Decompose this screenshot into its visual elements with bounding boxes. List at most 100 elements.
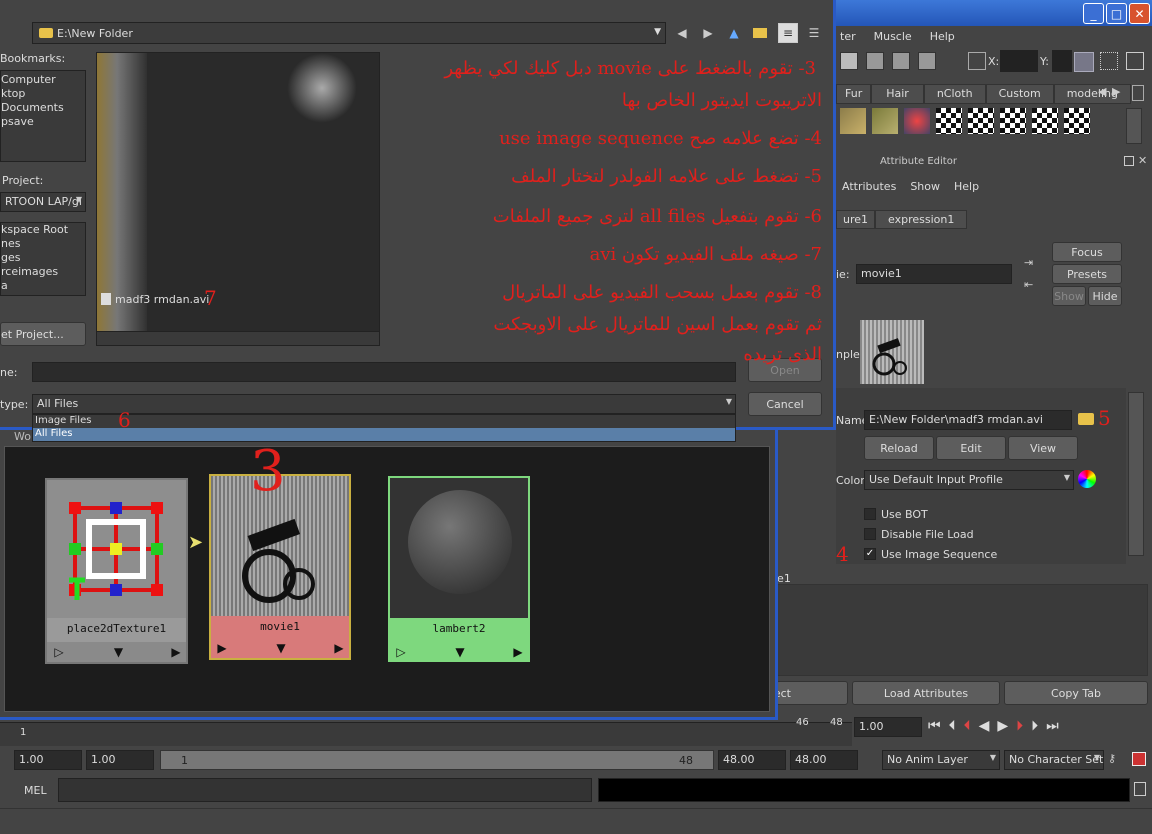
output-port-icon[interactable]: ▶ <box>166 642 186 662</box>
folder-item[interactable]: kspace Root <box>1 223 85 237</box>
time-slider[interactable]: 1 46 48 <box>0 717 852 746</box>
shelf-icon[interactable] <box>1000 108 1026 134</box>
expand-icon[interactable]: ▼ <box>233 638 329 658</box>
ae-menu-help[interactable]: Help <box>954 180 979 193</box>
shelf-tab-hair[interactable]: Hair <box>871 84 924 104</box>
step-back-key-icon[interactable]: ⏴ <box>964 718 971 734</box>
tool-settings-icon[interactable] <box>1100 52 1118 70</box>
shelf-scroll-left[interactable]: ◀ <box>1098 85 1106 98</box>
toolbar-icon[interactable] <box>866 52 884 70</box>
output-port-icon[interactable]: ▶ <box>329 638 349 658</box>
tab-expression[interactable]: expression1 <box>875 210 968 229</box>
expand-icon[interactable]: ▼ <box>71 642 166 662</box>
load-attributes-button[interactable]: Load Attributes <box>852 681 1000 705</box>
shelf-tab-custom[interactable]: Custom <box>985 84 1054 104</box>
file-item[interactable]: madf3 rmdan.avi <box>115 293 209 306</box>
output-port-icon[interactable]: ▶ <box>508 642 528 662</box>
view-button[interactable]: View <box>1008 436 1078 460</box>
shelf-scrollbar[interactable] <box>1126 108 1142 144</box>
range-end-field[interactable]: 48.00 <box>718 750 786 770</box>
file-type-select[interactable]: All Files <box>32 394 736 414</box>
color-profile-select[interactable]: Use Default Input Profile <box>864 470 1074 490</box>
cancel-button[interactable]: Cancel <box>748 392 822 416</box>
channel-box-icon[interactable] <box>1074 52 1094 72</box>
list-view-icon[interactable]: ≡ <box>778 23 798 43</box>
go-to-end-icon[interactable]: ⏭ <box>1046 718 1059 734</box>
set-project-button[interactable]: et Project... <box>0 322 86 346</box>
bookmark-item[interactable]: Computer <box>1 73 85 87</box>
back-icon[interactable]: ◀ <box>672 23 692 43</box>
checkbox-use-bot[interactable] <box>864 508 876 520</box>
play-back-icon[interactable]: ◀ <box>979 718 990 734</box>
shelf-icon[interactable] <box>840 108 866 134</box>
file-name-input[interactable] <box>32 362 736 382</box>
menu-help[interactable]: Help <box>930 30 955 43</box>
mel-input[interactable] <box>58 778 592 802</box>
up-folder-icon[interactable]: ▲ <box>724 23 744 43</box>
node-place2dtexture[interactable]: place2dTexture1 ▷ ▼ ▶ <box>45 478 188 664</box>
option-image-files[interactable]: Image Files <box>33 415 735 428</box>
float-icon[interactable] <box>1124 156 1134 166</box>
step-forward-icon[interactable]: ⏵ <box>1031 718 1038 734</box>
input-port-icon[interactable]: ▶ <box>211 638 233 658</box>
mel-label[interactable]: MEL <box>24 784 47 797</box>
x-field[interactable] <box>1000 50 1038 72</box>
folder-icon[interactable] <box>1078 413 1094 425</box>
play-forward-icon[interactable]: ▶ <box>997 718 1008 734</box>
tab-texture[interactable]: ure1 <box>836 210 876 229</box>
character-set-select[interactable]: No Character Set <box>1004 750 1104 770</box>
range-start-field-2[interactable]: 1.00 <box>86 750 154 770</box>
node-name-field[interactable]: movie1 <box>856 264 1012 284</box>
minimize-button[interactable]: _ <box>1083 3 1104 24</box>
input-connection-icon[interactable]: ⇥ <box>1024 256 1033 269</box>
bookmark-item[interactable]: psave <box>1 115 85 129</box>
option-all-files[interactable]: All Files <box>33 428 735 441</box>
shelf-tab-fur[interactable]: Fur <box>836 84 872 104</box>
range-start-field[interactable]: 1.00 <box>14 750 82 770</box>
file-view[interactable]: madf3 rmdan.avi <box>96 52 380 346</box>
y-field[interactable] <box>1052 50 1072 72</box>
checkbox-disable-file-load[interactable] <box>864 528 876 540</box>
project-select[interactable]: RTOON LAP/gi <box>0 192 86 212</box>
script-editor-icon[interactable] <box>1134 782 1146 796</box>
shelf-scroll-right[interactable]: ▶ <box>1112 85 1120 98</box>
maximize-button[interactable]: □ <box>1106 3 1127 24</box>
chevron-down-icon[interactable]: ▼ <box>654 27 661 37</box>
close-icon[interactable]: ✕ <box>1138 154 1147 167</box>
select-button[interactable]: ect <box>774 681 848 705</box>
preferences-icon[interactable] <box>1132 752 1146 766</box>
menu-ter[interactable]: ter <box>840 30 856 43</box>
range-slider[interactable]: 1 48 <box>160 750 714 770</box>
new-folder-icon[interactable] <box>750 23 770 43</box>
input-port-icon[interactable]: ▷ <box>47 642 71 662</box>
ae-menu-show[interactable]: Show <box>910 180 940 193</box>
snap-icon[interactable] <box>968 52 986 70</box>
input-port-icon[interactable]: ▷ <box>390 642 412 662</box>
bookmark-item[interactable]: Documents <box>1 101 85 115</box>
reload-button[interactable]: Reload <box>864 436 934 460</box>
output-connection-icon[interactable]: ⇤ <box>1024 278 1033 291</box>
folder-item[interactable]: nes <box>1 237 85 251</box>
anim-layer-select[interactable]: No Anim Layer <box>882 750 1000 770</box>
hide-button[interactable]: Hide <box>1088 286 1122 306</box>
current-time-field[interactable]: 1.00 <box>854 717 922 737</box>
bookmarks-list[interactable]: Computer ktop Documents psave <box>0 70 86 162</box>
close-button[interactable]: ✕ <box>1129 3 1150 24</box>
shelf-icon[interactable] <box>968 108 994 134</box>
horizontal-scrollbar[interactable] <box>97 331 379 345</box>
layers-icon[interactable] <box>1126 52 1144 70</box>
range-end-field-2[interactable]: 48.00 <box>790 750 858 770</box>
step-forward-key-icon[interactable]: ⏵ <box>1016 718 1023 734</box>
path-field[interactable]: E:\New Folder ▼ <box>32 22 666 44</box>
node-lambert2[interactable]: lambert2 ▷ ▼ ▶ <box>388 476 530 662</box>
ae-scrollbar[interactable] <box>1128 392 1144 556</box>
bookmark-item[interactable]: ktop <box>1 87 85 101</box>
step-back-icon[interactable]: ⏴ <box>949 718 956 734</box>
focus-button[interactable]: Focus <box>1052 242 1122 262</box>
toolbar-icon[interactable] <box>840 52 858 70</box>
go-to-start-icon[interactable]: ⏮ <box>928 718 941 734</box>
presets-button[interactable]: Presets <box>1052 264 1122 284</box>
forward-icon[interactable]: ▶ <box>698 23 718 43</box>
shelf-icon[interactable] <box>936 108 962 134</box>
file-name-field[interactable]: E:\New Folder\madf3 rmdan.avi <box>864 410 1072 430</box>
